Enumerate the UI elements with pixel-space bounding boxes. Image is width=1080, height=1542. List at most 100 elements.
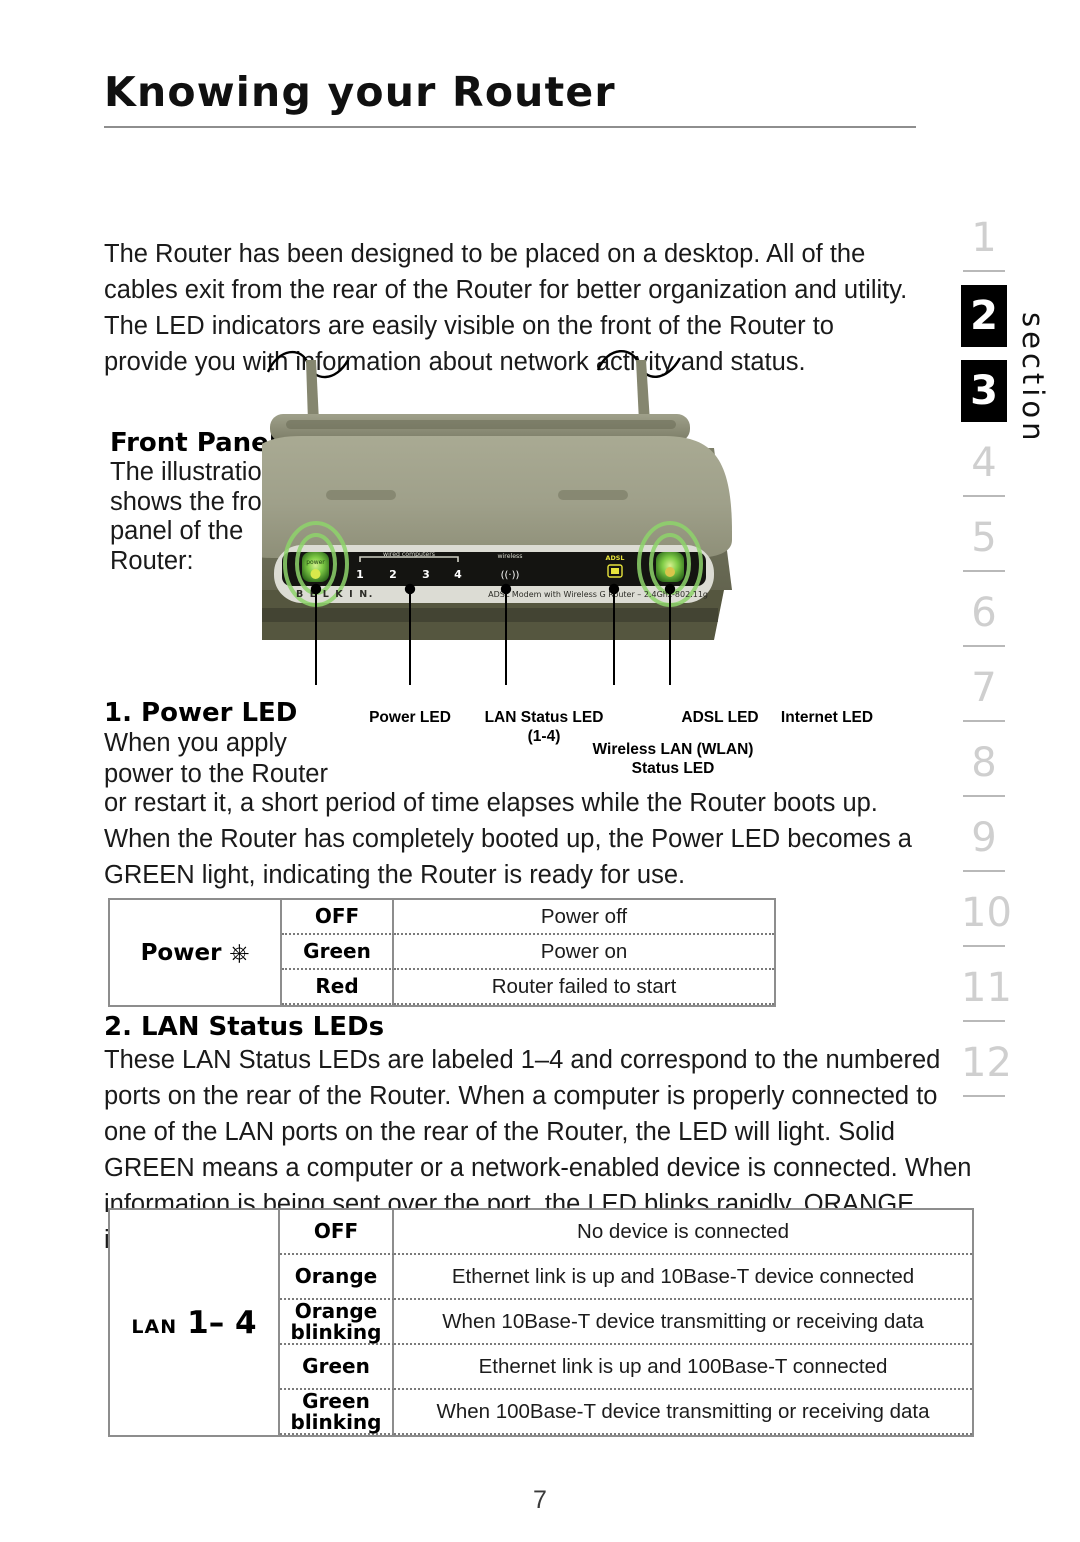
adsl-icon-fill [611,568,619,574]
section-tab-number: 9 [971,815,997,861]
lan-status-heading: 2. LAN Status LEDs [104,1012,385,1042]
router-vent-right [558,490,628,500]
title-divider [104,126,916,128]
table-row: OFF Power off [282,900,774,935]
led-description-cell: Ethernet link is up and 10Base-T device … [394,1255,972,1300]
lan-status-table: LAN 1– 4 OFF No device is connected Orange… [108,1208,974,1437]
section-tab-8[interactable]: 8 [961,735,1007,810]
section-tab-10[interactable]: 10 [961,885,1012,960]
panel-adsl-label: ADSL [606,554,625,562]
power-led-paragraph: or restart it, a short period of time el… [104,789,912,889]
lan-table-label-cell: LAN 1– 4 [110,1210,280,1435]
section-tab-number: 6 [971,590,997,636]
section-tab-9[interactable]: 9 [961,810,1007,885]
panel-port-3: 3 [422,568,430,581]
led-state-cell: Orange [280,1255,394,1300]
led-state-cell: Orange blinking [280,1300,394,1345]
page-number: 7 [533,1486,547,1514]
power-led-table: Power ⎈ OFF Power off Green Power on Red Rout… [108,898,776,1007]
section-tab-rule [963,795,1005,797]
led-description-cell: No device is connected [394,1210,972,1255]
panel-port-2: 2 [389,568,397,581]
panel-wireless-label: wireless [498,553,523,560]
section-tab-rule [963,645,1005,647]
section-tab-rule [963,570,1005,572]
table-row: Orange Ethernet link is up and 10Base-T d… [280,1255,972,1300]
power-led-dot [310,569,321,579]
led-description-cell: When 100Base-T device transmitting or re… [394,1390,972,1435]
power-led-heading: 1. Power LED [104,698,298,728]
section-tab-1[interactable]: 1 [961,210,1007,285]
router-rear-groove [286,420,676,429]
led-state-cell: Red [282,970,394,1005]
section-tab-number: 4 [971,440,997,486]
document-page: Knowing your Router 1 2 3 4 5 6 7 8 9 10 11 12 sect… [0,0,1080,1542]
section-tab-number: 1 [971,215,997,261]
section-tab-rule [963,945,1005,947]
section-tab-11[interactable]: 11 [961,960,1012,1035]
power-table-label: Power [140,939,222,966]
lan-table-rows: OFF No device is connected Orange Ethernet … [280,1210,972,1435]
led-state-cell: Green blinking [280,1390,394,1435]
callout-wlan-status-led: Wireless LAN (WLAN) Status LED [592,741,754,777]
router-vent-left [326,490,396,500]
led-state-cell: OFF [280,1210,394,1255]
power-symbol-icon: ⎈ [229,937,250,967]
antenna-left-base [306,360,319,422]
front-panel-heading: Front Panel [110,428,278,458]
wireless-icon: ((·)) [501,570,520,581]
section-tab-number: 10 [961,890,1012,936]
section-tab-6[interactable]: 6 [961,585,1007,660]
led-description-cell: Power on [394,935,774,970]
led-description-cell: When 10Base-T device transmitting or rec… [394,1300,972,1345]
led-description-cell: Power off [394,900,774,935]
panel-power-text: power [306,559,325,566]
router-model-text: ADSL Modem with Wireless G Router – 2.4G… [488,590,708,599]
section-tab-number: 7 [971,665,997,711]
table-row: Green Power on [282,935,774,970]
section-tab-3[interactable]: 3 [961,360,1007,435]
section-word-label: section [1016,312,1050,445]
section-tab-number: 11 [961,965,1012,1011]
router-illustration: power wired computers 1 2 3 4 wireless (… [232,340,922,685]
led-state-cell: Green [282,935,394,970]
table-row: Red Router failed to start [282,970,774,1005]
section-tab-number: 3 [961,360,1007,422]
section-tab-5[interactable]: 5 [961,510,1007,585]
internet-led-dot [665,567,675,577]
power-led-paragraph-left: When you apply power to the Router [104,729,328,788]
panel-port-1: 1 [356,568,364,581]
table-body-row: LAN 1– 4 OFF No device is connected Orange… [110,1210,972,1435]
router-base-band [256,608,718,622]
section-tab-rule [963,870,1005,872]
section-tab-rule [963,720,1005,722]
led-description-cell: Router failed to start [394,970,774,1005]
section-tab-number: 8 [971,740,997,786]
power-table-rows: OFF Power off Green Power on Red Router faile… [282,900,774,1005]
section-tab-rule [963,270,1005,272]
section-tab-4[interactable]: 4 [961,435,1007,510]
section-tab-2[interactable]: 2 [961,285,1007,360]
panel-port-4: 4 [454,568,462,581]
section-tab-rule [963,495,1005,497]
lan-table-label-range: 1– 4 [187,1304,257,1341]
callout-internet-led: Internet LED [780,709,874,726]
section-tab-strip: 1 2 3 4 5 6 7 8 9 10 11 12 [955,210,1013,1110]
page-title: Knowing your Router [104,68,616,116]
table-row: Orange blinking When 10Base-T device tran… [280,1300,972,1345]
led-state-cell: OFF [282,900,394,935]
table-row: Green blinking When 100Base-T device tran… [280,1390,972,1435]
antenna-right-base [636,360,650,422]
section-tab-number: 5 [971,515,997,561]
router-svg: power wired computers 1 2 3 4 wireless (… [232,349,732,685]
led-description-cell: Ethernet link is up and 100Base-T connec… [394,1345,972,1390]
section-tab-rule [963,1020,1005,1022]
section-tab-number: 2 [961,285,1007,347]
table-row: Green Ethernet link is up and 100Base-T c… [280,1345,972,1390]
power-table-label-cell: Power ⎈ [110,900,282,1005]
section-tab-7[interactable]: 7 [961,660,1007,735]
led-state-cell: Green [280,1345,394,1390]
panel-wired-label: wired computers [383,551,435,558]
lan-table-label-word: LAN [131,1315,178,1338]
table-body-row: Power ⎈ OFF Power off Green Power on Red Rout… [110,900,774,1005]
